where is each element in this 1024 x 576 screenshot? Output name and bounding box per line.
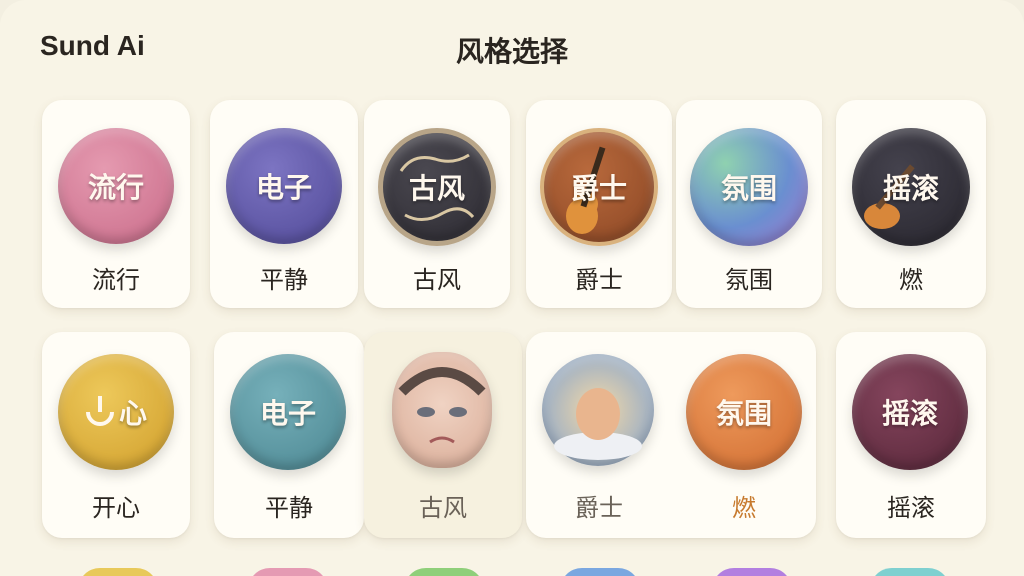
happy-badge: 心: [58, 354, 174, 470]
sunburst-cloud-icon: [542, 354, 654, 466]
electronic-badge: 电子: [226, 128, 342, 244]
style-label: 燃: [899, 266, 923, 294]
ambient-orange-badge: 氛围: [686, 354, 802, 470]
style-card-guofeng[interactable]: 古风 古风: [364, 100, 510, 308]
rock-badge-2: 摇滚: [852, 354, 968, 470]
sad-face-features: [398, 367, 486, 444]
style-label: 开心: [92, 494, 140, 522]
style-card-calm[interactable]: 电子 平静: [214, 332, 364, 538]
ambient-badge: 氛围: [690, 128, 808, 246]
style-card-rock-2[interactable]: 摇滚 摇滚: [836, 332, 986, 538]
pop-badge: 流行: [58, 128, 174, 244]
style-label: 流行: [92, 266, 140, 294]
style-card-ambient-2[interactable]: 氛围 燃: [672, 332, 816, 538]
row3-badge-peek[interactable]: [248, 568, 328, 576]
sad-face-icon: [392, 352, 492, 468]
style-card-sad[interactable]: 古风: [364, 332, 522, 538]
style-select-screen: Sund Ai 风格选择 流行 流行 电子 平静 古风 古风 爵士 爵士 氛围 …: [0, 0, 1024, 576]
style-label: 古风: [419, 494, 467, 522]
power-icon: [86, 396, 114, 426]
style-label: 爵士: [575, 266, 623, 294]
style-card-jazz-2[interactable]: 爵士: [526, 332, 672, 538]
style-label: 平静: [260, 266, 308, 294]
row3-badge-peek[interactable]: [870, 568, 950, 576]
style-label: 平静: [265, 494, 313, 522]
page-title: 风格选择: [455, 35, 568, 68]
style-label: 古风: [413, 266, 461, 294]
style-label: 摇滚: [887, 494, 935, 522]
style-card-jazz[interactable]: 爵士 爵士: [526, 100, 672, 308]
row3-badge-peek[interactable]: [560, 568, 640, 576]
style-card-rock[interactable]: 摇滚 燃: [836, 100, 986, 308]
jazz-badge: 爵士: [540, 128, 658, 246]
cloud-shape: [554, 388, 642, 460]
calm-badge: 电子: [230, 354, 346, 470]
style-card-electronic[interactable]: 电子 平静: [210, 100, 358, 308]
style-card-ambient[interactable]: 氛围 氛围: [676, 100, 822, 308]
row3-badge-peek[interactable]: [712, 568, 792, 576]
row3-badge-peek[interactable]: [78, 568, 158, 576]
style-label: 爵士: [575, 494, 623, 522]
style-card-happy[interactable]: 心 开心: [42, 332, 190, 538]
guofeng-badge: 古风: [378, 128, 496, 246]
style-card-pop[interactable]: 流行 流行: [42, 100, 190, 308]
style-label: 燃: [732, 494, 756, 522]
style-label: 氛围: [725, 266, 773, 294]
row3-badge-peek[interactable]: [404, 568, 484, 576]
rock-badge: 摇滚: [852, 128, 970, 246]
